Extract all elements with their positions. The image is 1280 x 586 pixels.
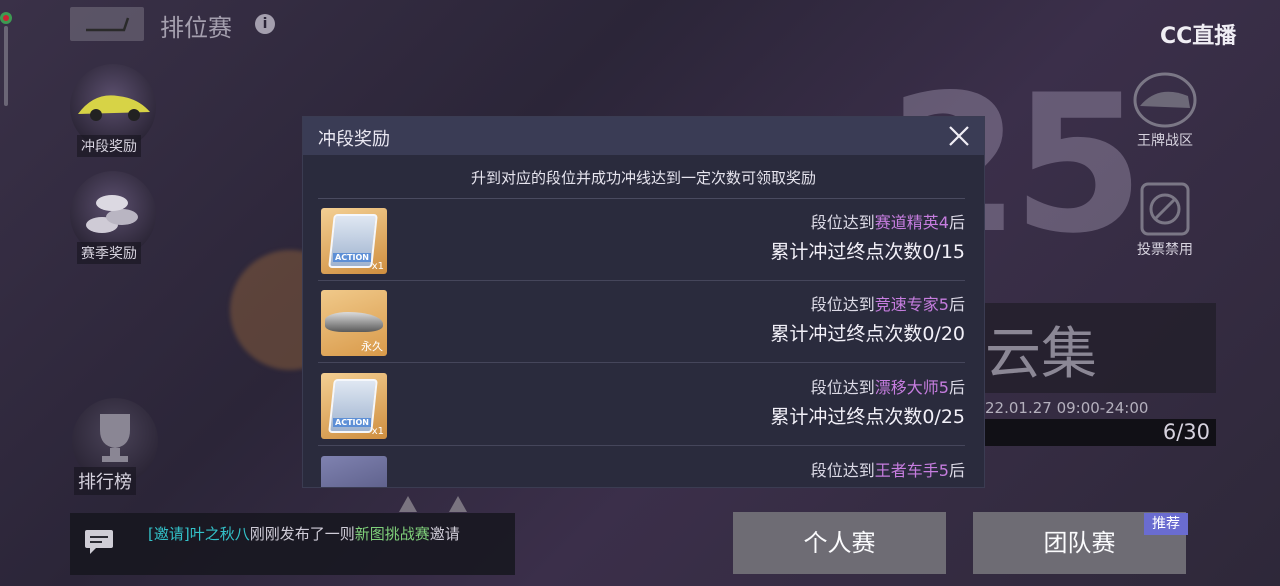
reward-quantity: x1 xyxy=(371,261,384,272)
rank-prefix: 段位达到 xyxy=(810,378,875,397)
reward-quantity: x1 xyxy=(371,426,384,437)
reward-row: 永久 段位达到竞速专家5后 累计冲过终点次数0/20 xyxy=(318,283,965,363)
close-button[interactable] xyxy=(944,121,974,151)
reward-tag: ACTION xyxy=(333,253,371,262)
race-car-icon xyxy=(1133,72,1197,128)
vote-ban-button[interactable] xyxy=(1132,180,1200,238)
rush-rewards-label: 冲段奖励 xyxy=(77,135,141,157)
chat-icon[interactable] xyxy=(84,529,124,559)
reward-duration: 永久 xyxy=(361,340,383,353)
finish-progress: 累计冲过终点次数0/20 xyxy=(770,323,965,345)
rank-suffix: 后 xyxy=(948,213,965,232)
ace-zone-label: 王牌战区 xyxy=(1137,133,1193,149)
rank-name: 漂移大师5 xyxy=(874,378,949,397)
chat-tag: [邀请] xyxy=(148,525,190,543)
badge-icon xyxy=(399,496,417,512)
rank-requirement: 段位达到竞速专家5后 xyxy=(811,291,965,315)
car-icon xyxy=(325,312,383,332)
finish-progress: 累计冲过终点次数0/25 xyxy=(770,406,965,428)
divider xyxy=(318,445,965,446)
info-icon[interactable]: i xyxy=(255,14,275,34)
solo-mode-button[interactable]: 个人赛 xyxy=(733,512,946,574)
season-rewards-label: 赛季奖励 xyxy=(77,242,141,264)
reward-item[interactable] xyxy=(321,456,387,487)
recommend-badge: 推荐 xyxy=(1144,513,1188,535)
reward-row: 段位达到王者车手5后 xyxy=(318,449,965,487)
rank-suffix: 后 xyxy=(948,295,965,314)
rush-rewards-modal: 冲段奖励 升到对应的段位并成功冲线达到一定次数可领取奖励 ACTION x1 段… xyxy=(303,117,984,487)
rank-prefix: 段位达到 xyxy=(810,295,875,314)
reward-action-card[interactable]: ACTION x1 xyxy=(321,373,387,439)
reward-row: ACTION x1 段位达到漂移大师5后 累计冲过终点次数0/25 xyxy=(318,366,965,446)
chat-text-end: 邀请 xyxy=(429,525,460,543)
chat-message: [邀请]叶之秋八刚刚发布了一则新图挑战赛邀请 xyxy=(148,523,498,545)
close-icon xyxy=(949,126,969,146)
rank-suffix: 后 xyxy=(948,461,965,480)
reward-tag: ACTION xyxy=(333,418,371,427)
car-icon xyxy=(78,95,150,121)
chat-link[interactable]: 新图挑战赛 xyxy=(355,525,430,543)
modal-header: 冲段奖励 xyxy=(303,117,984,155)
trophy-icon xyxy=(100,414,130,462)
rank-name: 赛道精英4 xyxy=(874,213,949,232)
divider xyxy=(318,362,965,363)
divider xyxy=(318,198,965,199)
watermark-logo: CC直播 xyxy=(1160,24,1237,49)
back-button[interactable] xyxy=(70,7,144,41)
badge-icon xyxy=(449,496,467,512)
event-progress-bar: 6/30 xyxy=(985,419,1216,446)
rank-suffix: 后 xyxy=(948,378,965,397)
event-date: 22.01.27 09:00-24:00 xyxy=(985,399,1149,417)
event-count: 6/30 xyxy=(1162,420,1210,444)
coins-icon xyxy=(86,195,138,233)
rank-requirement: 段位达到王者车手5后 xyxy=(811,457,965,481)
reward-action-card[interactable]: ACTION x1 xyxy=(321,208,387,274)
rank-name: 王者车手5 xyxy=(874,461,949,480)
divider xyxy=(318,280,965,281)
finish-progress: 累计冲过终点次数0/15 xyxy=(770,241,965,263)
page-title: 排位赛 xyxy=(160,14,232,42)
ban-icon xyxy=(1140,182,1190,236)
chat-text: 刚刚发布了一则 xyxy=(249,525,355,543)
ace-zone-button[interactable] xyxy=(1128,70,1202,130)
left-edge-indicator xyxy=(0,6,12,106)
vote-ban-label: 投票禁用 xyxy=(1137,242,1193,258)
leaderboard-label: 排行榜 xyxy=(74,467,136,495)
chat-user[interactable]: 叶之秋八 xyxy=(190,525,250,543)
chat-panel[interactable]: [邀请]叶之秋八刚刚发布了一则新图挑战赛邀请 xyxy=(70,513,515,575)
rank-requirement: 段位达到赛道精英4后 xyxy=(811,209,965,233)
rank-prefix: 段位达到 xyxy=(810,461,875,480)
reward-car-item[interactable]: 永久 xyxy=(321,290,387,356)
back-icon xyxy=(86,17,130,32)
modal-subtitle: 升到对应的段位并成功冲线达到一定次数可领取奖励 xyxy=(470,169,816,187)
rank-prefix: 段位达到 xyxy=(810,213,875,232)
rank-requirement: 段位达到漂移大师5后 xyxy=(811,374,965,398)
reward-row: ACTION x1 段位达到赛道精英4后 累计冲过终点次数0/15 xyxy=(318,201,965,281)
modal-title: 冲段奖励 xyxy=(318,129,390,150)
event-title: 云集 xyxy=(985,322,1097,387)
event-panel[interactable]: 云集 xyxy=(985,303,1216,393)
rank-name: 竞速专家5 xyxy=(874,295,949,314)
